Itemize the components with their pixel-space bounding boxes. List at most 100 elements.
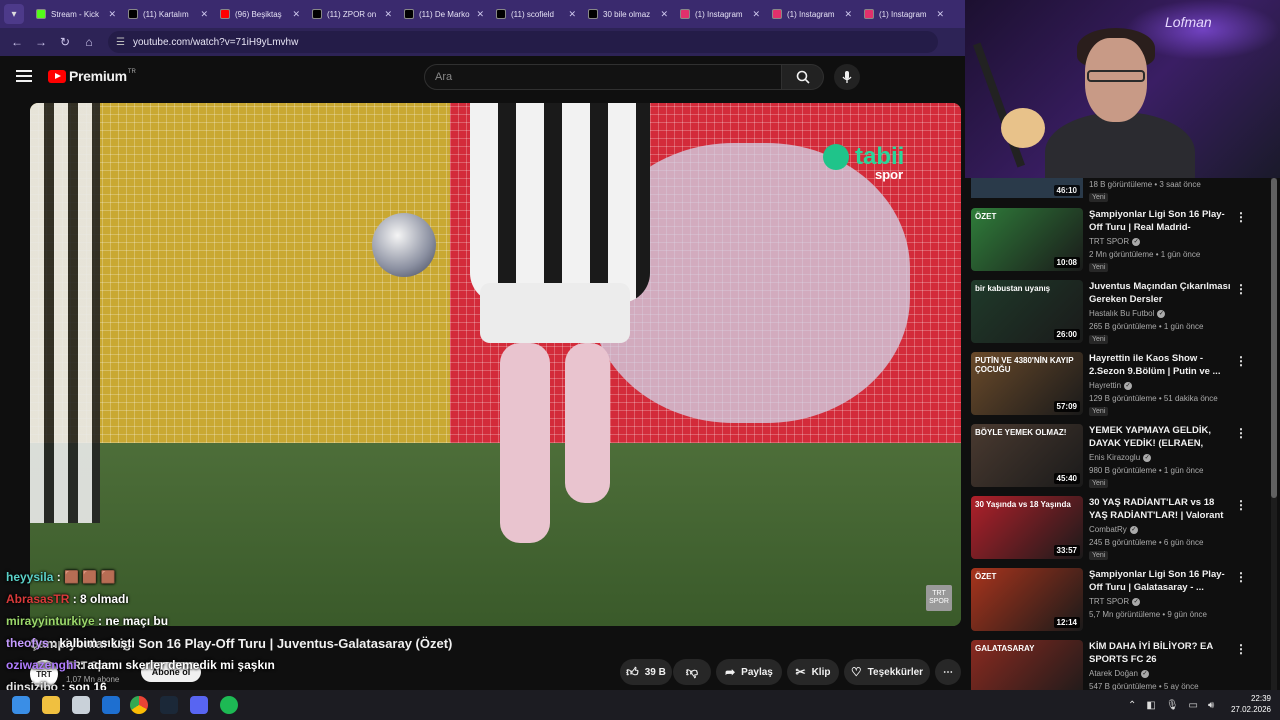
rec-title[interactable]: Hayrettin ile Kaos Show - 2.Sezon 9.Bölü… (1089, 352, 1231, 378)
outlook-icon[interactable] (102, 696, 120, 714)
volume-icon[interactable]: 🔊︎ (1208, 700, 1214, 711)
rec-thumbnail[interactable]: BÖYLE YEMEK OLMAZ! 45:40 (971, 424, 1083, 487)
browser-tab[interactable]: (11) De Marko ✕ (398, 0, 490, 28)
tab-close-icon[interactable]: ✕ (384, 9, 392, 20)
rec-channel[interactable]: Atarek Doğan ✓ (1089, 669, 1149, 678)
browser-tab[interactable]: (1) Instagram ✕ (858, 0, 950, 28)
rec-title[interactable]: Şampiyonlar Ligi Son 16 Play-Off Turu | … (1089, 208, 1231, 234)
rec-title[interactable]: Juventus Maçından Çıkarılması Gereken De… (1089, 280, 1231, 306)
rec-video-item[interactable]: ÖZET 10:08 Şampiyonlar Ligi Son 16 Play-Of… (971, 208, 1271, 274)
rec-thumbnail[interactable]: GALATASARAY (971, 640, 1083, 690)
tab-close-icon[interactable]: ✕ (660, 9, 668, 20)
rec-video-item[interactable]: BÖYLE YEMEK OLMAZ! 45:40 YEMEK YAPMAYA GEL… (971, 424, 1271, 490)
rec-thumbnail[interactable]: PUTİN VE 4380'NİN KAYIP ÇOCUĞU 57:09 (971, 352, 1083, 415)
more-actions-button[interactable]: ⋯ (935, 659, 961, 685)
browser-tab[interactable]: (96) Beşiktaş ✕ (214, 0, 306, 28)
tab-close-icon[interactable]: ✕ (200, 9, 208, 20)
tab-close-icon[interactable]: ✕ (476, 9, 484, 20)
windows-start-icon[interactable] (12, 696, 30, 714)
rec-thumbnail[interactable]: ÖZET 10:08 (971, 208, 1083, 271)
search-button[interactable] (782, 64, 824, 90)
rec-video-item[interactable]: 30 Yaşında vs 18 Yaşında 33:57 30 YAŞ RADİ… (971, 496, 1271, 562)
browser-tab[interactable]: (1) Instagram ✕ (674, 0, 766, 28)
terminal-icon[interactable] (72, 696, 90, 714)
url-field[interactable]: ☰ youtube.com/watch?v=71iH9yLmvhw (108, 31, 938, 53)
rec-channel[interactable]: Enis Kirazoglu ✓ (1089, 453, 1152, 462)
rec-video-item[interactable]: bir kabustan uyanış 26:00 Juventus Maçında… (971, 280, 1271, 346)
tab-close-icon[interactable]: ✕ (292, 9, 300, 20)
more-vert-icon[interactable]: ⋮ (1235, 642, 1247, 656)
tab-close-icon[interactable]: ✕ (844, 9, 852, 20)
sidebar-scrollbar[interactable] (1271, 178, 1277, 690)
x-icon (312, 9, 322, 19)
rec-title[interactable]: KİM DAHA İYİ BİLİYOR? EA SPORTS FC 26 GA… (1089, 640, 1231, 666)
video-player[interactable]: tabii spor TRT SPOR (30, 103, 961, 626)
reload-icon[interactable]: ↻ (54, 31, 76, 53)
rec-thumbnail[interactable]: 30 Yaşında vs 18 Yaşında 33:57 (971, 496, 1083, 559)
dislike-button[interactable]: 👎︎ (673, 659, 711, 685)
menu-icon[interactable] (16, 70, 32, 82)
browser-tab[interactable]: (1) Instagram ✕ (766, 0, 858, 28)
rec-channel[interactable]: Hayrettin ✓ (1089, 381, 1133, 390)
scrollbar-thumb[interactable] (1271, 178, 1277, 498)
more-vert-icon[interactable]: ⋮ (1235, 426, 1247, 440)
rec-video-item[interactable]: GALATASARAY KİM DAHA İYİ BİLİYOR? EA SPOR… (971, 640, 1271, 690)
browser-tab[interactable]: Stream - Kick ✕ (30, 0, 122, 28)
rec-channel[interactable]: TRT SPOR ✓ (1089, 237, 1141, 246)
browser-tab[interactable]: (11) Kartalım ✕ (122, 0, 214, 28)
more-vert-icon[interactable]: ⋮ (1235, 570, 1247, 584)
rec-video-item[interactable]: ÖZET 12:14 Şampiyonlar Ligi Son 16 Play-Of… (971, 568, 1271, 634)
search-input[interactable]: Ara (424, 64, 782, 90)
rec-channel[interactable]: TRT SPOR ✓ (1089, 597, 1141, 606)
rec-meta: 18 B görüntüleme • 3 saat önce (1089, 180, 1201, 189)
chat-separator: : (94, 614, 106, 628)
rec-thumbnail[interactable]: ÖZET 12:14 (971, 568, 1083, 631)
rec-channel[interactable]: CombatRy ✓ (1089, 525, 1138, 534)
tab-close-icon[interactable]: ✕ (752, 9, 760, 20)
share-button[interactable]: ➦ Paylaş (716, 659, 782, 685)
tray-chevron-icon[interactable]: ⌃ (1128, 700, 1136, 711)
rec-title[interactable]: 30 YAŞ RADİANT'LAR vs 18 YAŞ RADİANT'LAR… (1089, 496, 1231, 522)
like-button[interactable]: 👍︎ 39 B (620, 659, 672, 685)
mic-tray-icon[interactable]: 🎙︎ (1166, 700, 1179, 711)
forward-icon[interactable]: → (30, 31, 52, 53)
rec-thumbnail[interactable]: bir kabustan uyanış 26:00 (971, 280, 1083, 343)
browser-tab[interactable]: (11) scofield ✕ (490, 0, 582, 28)
steam-icon[interactable] (160, 696, 178, 714)
network-icon[interactable]: ▭ (1189, 700, 1198, 711)
tab-close-icon[interactable]: ✕ (108, 9, 116, 20)
chat-separator: : (76, 658, 88, 672)
rec-channel[interactable]: Hastalık Bu Futbol ✓ (1089, 309, 1166, 318)
rec-thumb-partial[interactable]: 46:10 (971, 178, 1083, 198)
chrome-icon[interactable] (130, 696, 148, 714)
tray-app-icon[interactable]: ◧ (1146, 700, 1155, 711)
thanks-button[interactable]: ♡ Teşekkürler (844, 659, 930, 685)
more-vert-icon[interactable]: ⋮ (1235, 282, 1247, 296)
rec-meta: 5,7 Mn görüntüleme • 9 gün önce (1089, 610, 1207, 619)
rec-video-item[interactable]: PUTİN VE 4380'NİN KAYIP ÇOCUĞU 57:09 Hayre… (971, 352, 1271, 418)
tab-close-icon[interactable]: ✕ (936, 9, 944, 20)
chat-separator: : (48, 636, 60, 650)
spotify-icon[interactable] (220, 696, 238, 714)
back-icon[interactable]: ← (6, 31, 28, 53)
file-explorer-icon[interactable] (42, 696, 60, 714)
rec-title[interactable]: Şampiyonlar Ligi Son 16 Play-Off Turu | … (1089, 568, 1231, 594)
browser-tab[interactable]: (11) ZPOR on ✕ (306, 0, 398, 28)
more-vert-icon[interactable]: ⋮ (1235, 210, 1247, 224)
discord-icon[interactable] (190, 696, 208, 714)
tab-search-button[interactable]: ▾ (4, 4, 24, 24)
tab-label: (96) Beşiktaş (235, 9, 282, 19)
verified-icon: ✓ (1124, 381, 1133, 390)
more-vert-icon[interactable]: ⋮ (1235, 498, 1247, 512)
youtube-logo[interactable]: Premium TR (48, 68, 136, 84)
clip-button[interactable]: ✂ Klip (787, 659, 839, 685)
voice-search-button[interactable] (834, 64, 860, 90)
site-info-icon[interactable]: ☰ (116, 37, 125, 48)
taskbar-clock[interactable]: 22:39 27.02.2026 (1227, 693, 1271, 715)
browser-tab[interactable]: 30 bile olmaz ✕ (582, 0, 674, 28)
rec-title[interactable]: YEMEK YAPMAYA GELDİK, DAYAK YEDİK! (ELRA… (1089, 424, 1231, 450)
tab-label: (11) scofield (511, 9, 554, 19)
tab-close-icon[interactable]: ✕ (568, 9, 576, 20)
home-icon[interactable]: ⌂ (78, 31, 100, 53)
more-vert-icon[interactable]: ⋮ (1235, 354, 1247, 368)
